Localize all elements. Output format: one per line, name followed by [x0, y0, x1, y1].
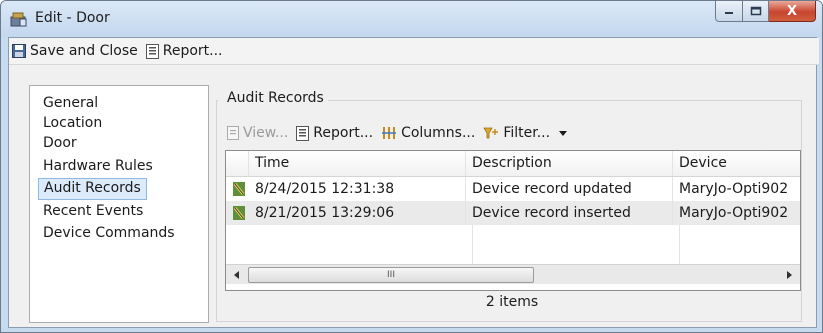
nav-item-audit-records[interactable]: Audit Records [38, 178, 147, 200]
audit-report-button[interactable]: Report... [296, 125, 373, 141]
cell-device: MaryJo-Opti902 [679, 181, 789, 197]
row-icon-header [226, 151, 249, 176]
cell-time: 8/21/2015 13:29:06 [249, 201, 466, 225]
nav-item-door[interactable]: Door [38, 133, 82, 153]
horizontal-scrollbar[interactable]: III [226, 264, 800, 284]
nav-item-general[interactable]: General [38, 93, 103, 113]
grid-header: Time Description Device [226, 151, 800, 177]
main-toolbar: Save and Close Report... [9, 38, 819, 65]
nav-item-hardware-rules[interactable]: Hardware Rules [38, 156, 158, 176]
columns-icon [382, 127, 397, 139]
columns-button[interactable]: Columns... [381, 125, 475, 141]
table-row[interactable]: 8/24/2015 12:31:38 Device record updated… [226, 177, 800, 201]
cell-device: MaryJo-Opti902 [679, 205, 789, 221]
nav-item-recent-events[interactable]: Recent Events [38, 201, 148, 221]
filter-label: Filter... [503, 125, 551, 141]
view-icon [227, 126, 239, 140]
audit-toolbar: View... Report... Columns... Filter... [227, 122, 580, 144]
door-app-icon [10, 12, 27, 27]
edit-door-window: Edit - Door X Save and Close Report... G… [0, 0, 823, 333]
column-header-time[interactable]: Time [249, 151, 466, 176]
cell-description: Device record inserted [466, 201, 673, 225]
filter-icon [483, 127, 499, 139]
column-header-description[interactable]: Description [466, 151, 673, 176]
scroll-thumb[interactable]: III [248, 267, 534, 283]
view-button[interactable]: View... [227, 125, 288, 141]
item-count-status: 2 items [485, 294, 539, 310]
maximize-button[interactable] [743, 1, 769, 22]
dialog-body: Save and Close Report... General Locatio… [8, 37, 819, 328]
audit-records-grid[interactable]: Time Description Device 8/24/2015 12:31:… [225, 150, 801, 291]
report-icon [145, 43, 159, 59]
close-button[interactable]: X [769, 1, 816, 22]
save-and-close-button[interactable]: Save and Close [12, 43, 138, 59]
cell-description: Device record updated [466, 177, 673, 201]
scroll-left-button[interactable] [228, 265, 246, 284]
caption-buttons: X [715, 1, 816, 23]
report-icon [296, 125, 310, 141]
audit-report-label: Report... [313, 125, 374, 141]
floppy-disk-icon [12, 44, 26, 58]
maximize-icon [750, 6, 761, 16]
report-button[interactable]: Report... [145, 43, 223, 59]
audit-record-icon [233, 182, 245, 196]
scroll-thumb-grip: III [387, 270, 395, 280]
filter-button[interactable]: Filter... [483, 125, 550, 141]
chevron-right-icon [787, 270, 792, 279]
report-label: Report... [162, 43, 223, 59]
scroll-right-button[interactable] [780, 265, 798, 284]
cell-time: 8/24/2015 12:31:38 [249, 177, 466, 201]
filter-dropdown-button[interactable] [558, 129, 572, 137]
minimize-icon [725, 12, 733, 14]
columns-label: Columns... [401, 125, 476, 141]
chevron-left-icon [234, 270, 239, 279]
window-title: Edit - Door [35, 10, 110, 26]
title-bar[interactable]: Edit - Door X [1, 1, 822, 37]
view-label: View... [243, 125, 289, 141]
column-header-device[interactable]: Device [673, 151, 800, 176]
nav-item-location[interactable]: Location [38, 113, 107, 133]
table-row[interactable]: 8/21/2015 13:29:06 Device record inserte… [226, 201, 800, 225]
audit-records-title: Audit Records [227, 90, 324, 106]
nav-item-device-commands[interactable]: Device Commands [38, 223, 180, 243]
close-icon: X [786, 3, 798, 19]
minimize-button[interactable] [715, 1, 743, 22]
grid-column-divider [679, 225, 680, 264]
grid-column-divider [472, 225, 473, 264]
save-and-close-label: Save and Close [30, 43, 138, 59]
audit-record-icon [233, 206, 245, 220]
section-nav-list[interactable]: General Location Door Hardware Rules Aud… [29, 85, 209, 323]
chevron-down-icon [559, 131, 568, 136]
